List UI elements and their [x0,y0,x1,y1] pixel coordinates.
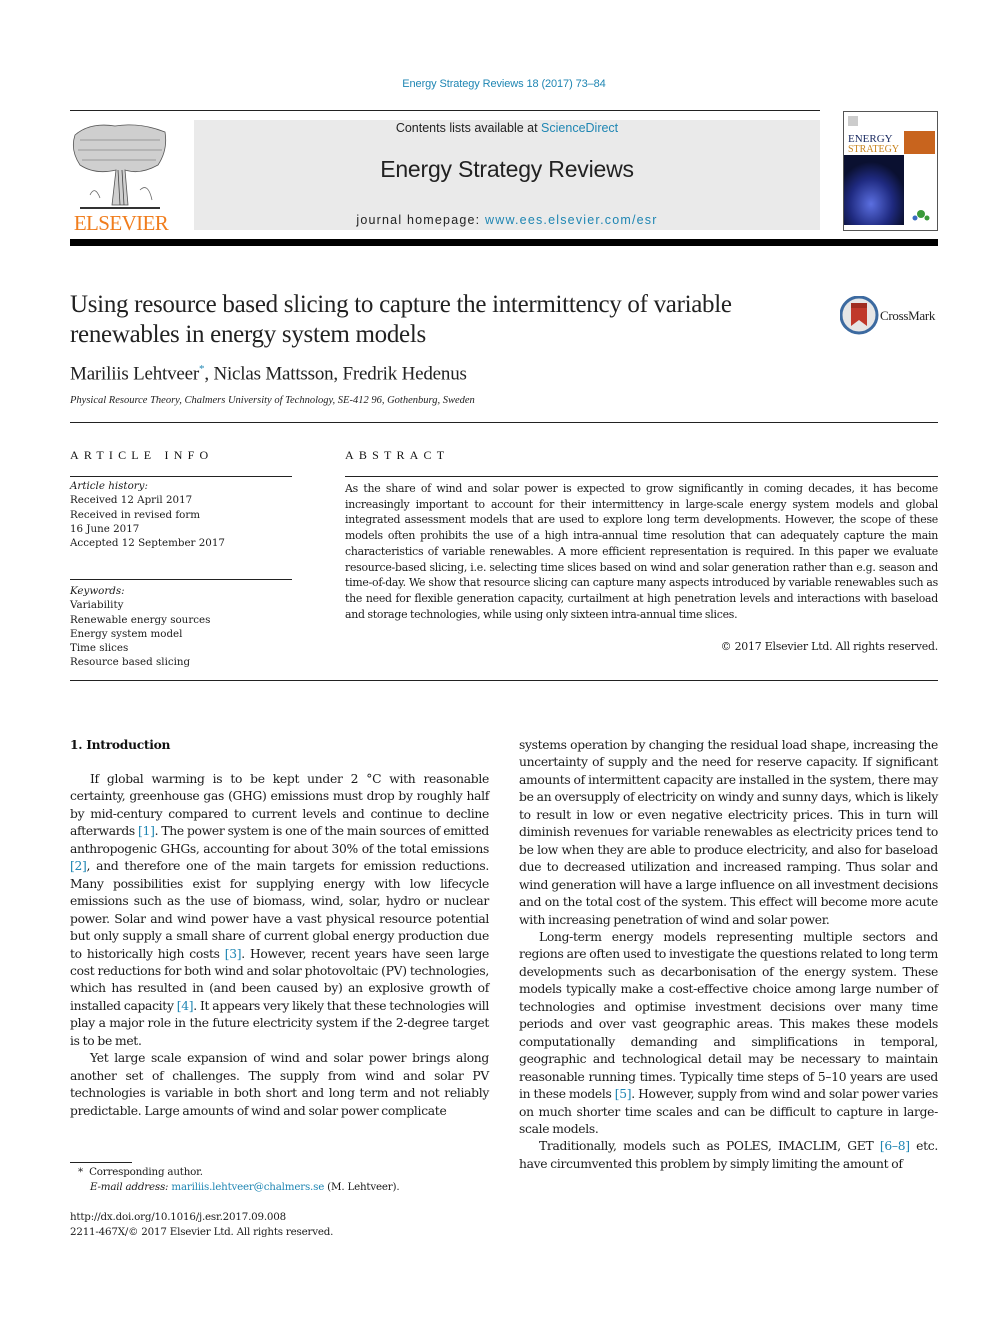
author-name[interactable]: Niclas Mattsson [213,363,333,384]
footnote-mark: * [78,1166,83,1178]
keyword: Time slices [70,642,129,655]
article-title: Using resource based slicing to capture … [70,291,732,348]
citation-link[interactable]: [4] [177,999,194,1013]
keyword: Renewable energy sources [70,613,211,626]
journal-homepage-link[interactable]: www.ees.elsevier.com/esr [485,213,658,227]
keywords-rule [70,579,292,580]
paragraph: systems operation by changing the residu… [519,738,938,927]
paragraph: Yet large scale expansion of wind and so… [70,1051,489,1118]
issn-copyright-line: 2211-467X/© 2017 Elsevier Ltd. All right… [70,1226,334,1238]
keywords-label: Keywords: [70,585,125,597]
citation-link[interactable]: [3] [225,947,242,961]
email-link[interactable]: mariliis.lehtveer@chalmers.se [171,1181,324,1193]
abstract-text: As the share of wind and solar power is … [345,482,938,621]
article-info-rule [70,476,292,477]
history-item: Accepted 12 September 2017 [70,537,225,550]
body-column-right: systems operation by changing the residu… [519,737,938,1173]
article-info-heading: ARTICLE INFO [70,448,214,462]
contents-availability-line: Contents lists available at ScienceDirec… [194,121,820,135]
paragraph: If global warming is to be kept under 2 … [70,771,489,1050]
text-run: , and therefore one of the main targets … [70,859,489,961]
email-label: E-mail address: [90,1181,169,1193]
journal-citation-link[interactable]: Energy Strategy Reviews 18 (2017) 73–84 [0,78,992,90]
journal-homepage-line: journal homepage: www.ees.elsevier.com/e… [194,213,820,227]
masthead-thick-rule [70,239,938,246]
journal-cover-thumbnail[interactable]: ENERGY STRATEGY [843,111,938,231]
history-label: Article history: [70,480,148,492]
keywords-list: Keywords: Variability Renewable energy s… [70,584,300,670]
author-separator: , [333,363,343,385]
history-item: 16 June 2017 [70,522,140,535]
author-affiliation: Physical Resource Theory, Chalmers Unive… [70,395,475,406]
keyword: Resource based slicing [70,656,191,669]
article-history: Article history: Received 12 April 2017 … [70,479,300,550]
crossmark-label[interactable]: CrossMark [880,308,935,324]
homepage-prefix: journal homepage: [356,213,485,227]
email-suffix: (M. Lehtveer). [324,1181,400,1193]
paragraph: Long-term energy models representing mul… [519,929,938,1138]
author-name[interactable]: Mariliis Lehtveer [70,363,199,384]
text-run: Traditionally, models such as POLES, IMA… [539,1139,880,1154]
elsevier-wordmark: ELSEVIER [73,211,169,235]
email-note: E-mail address: mariliis.lehtveer@chalme… [90,1181,400,1193]
paragraph: Traditionally, models such as POLES, IMA… [519,1138,938,1173]
abstract-rule [345,476,938,477]
author-list: Mariliis Lehtveer*, Niclas Mattsson, Fre… [70,363,467,385]
section-heading-introduction: 1. Introduction [70,737,171,752]
keyword: Variability [70,599,124,612]
sciencedirect-link[interactable]: ScienceDirect [541,121,618,135]
journal-cover-image-icon: ENERGY STRATEGY [844,112,937,230]
top-rule [70,110,820,111]
contents-prefix: Contents lists available at [395,121,542,135]
history-item: Received in revised form [70,508,201,521]
citation-link[interactable]: [2] [70,859,87,873]
history-item: Received 12 April 2017 [70,494,193,507]
cover-title-line2: STRATEGY [848,144,899,155]
header-divider [70,422,938,423]
author-name[interactable]: Fredrik Hedenus [343,363,467,384]
corresponding-author-note: * Corresponding author. [78,1166,203,1178]
doi-link[interactable]: http://dx.doi.org/10.1016/j.esr.2017.09.… [70,1211,286,1223]
footnote-rule [70,1162,132,1163]
journal-name: Energy Strategy Reviews [380,156,634,182]
corresponding-text: Corresponding author. [89,1166,203,1178]
citation-link[interactable]: [6–8] [880,1139,910,1153]
abstract-heading: ABSTRACT [345,448,450,462]
citation-link[interactable]: [1] [138,824,155,838]
body-column-left: If global warming is to be kept under 2 … [70,771,489,1120]
citation-link[interactable]: [5] [615,1087,632,1101]
abstract-copyright: © 2017 Elsevier Ltd. All rights reserved… [720,640,939,653]
abstract-divider [70,680,938,681]
text-run: Long-term energy models representing mul… [519,929,938,1102]
keyword: Energy system model [70,627,183,640]
